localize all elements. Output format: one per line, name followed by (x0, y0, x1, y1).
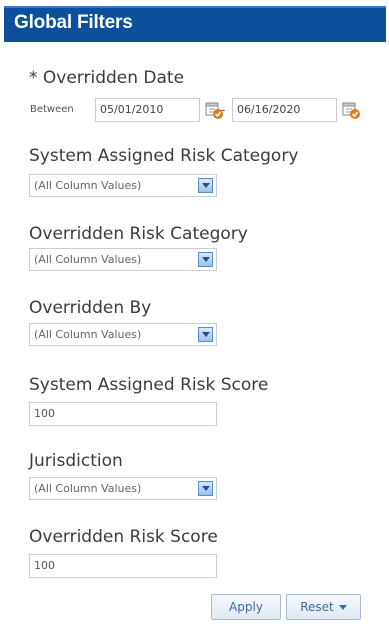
jurisdiction-select[interactable]: (All Column Values) (29, 477, 217, 500)
chevron-down-icon[interactable] (198, 178, 213, 193)
system-risk-score-label: System Assigned Risk Score (29, 375, 269, 395)
overridden-risk-score-input[interactable]: 100 (29, 554, 217, 578)
date-from-input[interactable]: 05/01/2010 (95, 98, 200, 122)
select-value: (All Column Values) (34, 253, 142, 266)
reset-button-label: Reset (300, 600, 334, 614)
between-label: Between (30, 104, 74, 115)
overridden-by-select[interactable]: (All Column Values) (29, 323, 217, 346)
page-title: Global Filters (14, 12, 133, 33)
reset-button[interactable]: Reset (286, 594, 361, 620)
select-value: (All Column Values) (34, 179, 142, 192)
chevron-down-icon[interactable] (198, 481, 213, 496)
jurisdiction-label: Jurisdiction (29, 451, 123, 471)
overridden-risk-score-label: Overridden Risk Score (29, 527, 218, 547)
overridden-risk-category-select[interactable]: (All Column Values) (29, 248, 217, 271)
chevron-down-icon[interactable] (198, 252, 213, 267)
date-separator: - (221, 103, 226, 117)
date-to-input[interactable]: 06/16/2020 (232, 98, 337, 122)
system-risk-score-input[interactable]: 100 (29, 402, 217, 426)
apply-button[interactable]: Apply (211, 594, 281, 620)
overridden-date-label: * Overridden Date (29, 68, 185, 88)
global-filters-header: Global Filters (4, 6, 386, 42)
chevron-down-icon[interactable] (198, 327, 213, 342)
calendar-icon[interactable] (341, 100, 361, 120)
overridden-by-label: Overridden By (29, 298, 152, 318)
system-risk-category-select[interactable]: (All Column Values) (29, 174, 217, 197)
select-value: (All Column Values) (34, 482, 142, 495)
select-value: (All Column Values) (34, 328, 142, 341)
apply-button-label: Apply (229, 600, 263, 614)
overridden-risk-category-label: Overridden Risk Category (29, 224, 248, 244)
system-risk-category-label: System Assigned Risk Category (29, 146, 299, 166)
chevron-down-icon (338, 605, 347, 610)
